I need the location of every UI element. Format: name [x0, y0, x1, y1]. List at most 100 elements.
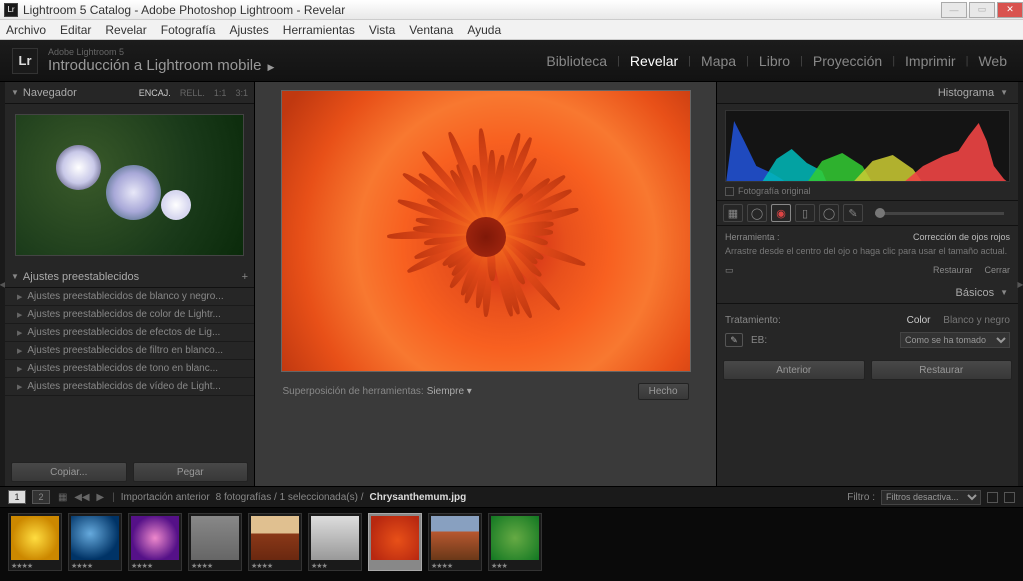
filmstrip-thumb[interactable]: ★★★★ [188, 513, 242, 571]
window-1-button[interactable]: 1 [8, 490, 26, 504]
eyedropper-icon[interactable]: ✎ [725, 333, 743, 347]
tool-name: Corrección de ojos rojos [913, 232, 1010, 242]
navigator-header[interactable]: ▼ Navegador ENCAJ. RELL. 1:1 3:1 [5, 82, 254, 104]
spot-tool[interactable]: ◯ [747, 204, 767, 222]
filter-dropdown[interactable]: Filtros desactiva... [881, 490, 981, 505]
nav-mode-fill[interactable]: RELL. [180, 88, 205, 98]
grid-icon[interactable]: ▦ [58, 492, 67, 503]
tool-strip: ▦ ◯ ◉ ▯ ◯ ✎ [717, 200, 1018, 226]
rating-stars[interactable]: ★★★★★ [369, 562, 421, 570]
tool-description: Arrastre desde el centro del ojo o haga … [725, 246, 1010, 257]
rating-stars[interactable]: ★★★ [309, 562, 361, 570]
forward-icon[interactable]: ▶ [96, 492, 104, 503]
radial-tool[interactable]: ◯ [819, 204, 839, 222]
chevron-right-icon: ▶ [267, 62, 274, 72]
wb-dropdown[interactable]: Como se ha tomado [900, 332, 1010, 348]
menu-fotografia[interactable]: Fotografía [161, 23, 216, 37]
histogram-display[interactable] [725, 110, 1010, 182]
rating-stars[interactable]: ★★★★ [429, 562, 481, 570]
treatment-color[interactable]: Color [907, 315, 931, 326]
rating-stars[interactable]: ★★★★ [69, 562, 121, 570]
presets-title: Ajustes preestablecidos [23, 271, 242, 283]
overlay-dropdown[interactable]: Siempre ▾ [427, 386, 472, 397]
menu-ajustes[interactable]: Ajustes [229, 23, 268, 37]
preset-folder[interactable]: ▶Ajustes preestablecidos de efectos de L… [5, 324, 254, 342]
preset-folder[interactable]: ▶Ajustes preestablecidos de tono en blan… [5, 360, 254, 378]
restore-button[interactable]: Restaurar [933, 265, 973, 276]
menu-revelar[interactable]: Revelar [105, 23, 146, 37]
module-biblioteca[interactable]: Biblioteca [542, 53, 611, 69]
close-tool-button[interactable]: Cerrar [984, 265, 1010, 276]
main-photo[interactable] [281, 90, 691, 372]
rating-stars[interactable]: ★★★★ [249, 562, 301, 570]
rating-stars[interactable]: ★★★★ [129, 562, 181, 570]
preset-folder[interactable]: ▶Ajustes preestablecidos de vídeo de Lig… [5, 378, 254, 396]
maximize-button[interactable]: ▭ [969, 2, 995, 18]
filmstrip-thumb[interactable]: ★★★★ [8, 513, 62, 571]
module-mapa[interactable]: Mapa [697, 53, 740, 69]
nav-mode-fit[interactable]: ENCAJ. [139, 88, 171, 98]
breadcrumb[interactable]: Introducción a Lightroom mobile▶ [48, 57, 542, 74]
close-button[interactable]: ✕ [997, 2, 1023, 18]
filmstrip-thumb[interactable]: ★★★★ [68, 513, 122, 571]
minimize-button[interactable]: — [941, 2, 967, 18]
gradient-tool[interactable]: ▯ [795, 204, 815, 222]
rating-stars[interactable]: ★★★★ [9, 562, 61, 570]
left-panel: ▼ Navegador ENCAJ. RELL. 1:1 3:1 ▼ Ajust… [5, 82, 255, 486]
menu-archivo[interactable]: Archivo [6, 23, 46, 37]
copy-button[interactable]: Copiar... [11, 462, 127, 482]
chevron-down-icon: ▼ [1000, 88, 1008, 97]
done-button[interactable]: Hecho [638, 383, 689, 400]
filter-lock-icon[interactable] [987, 492, 998, 503]
filter-toggle-icon[interactable] [1004, 492, 1015, 503]
module-libro[interactable]: Libro [755, 53, 794, 69]
filmstrip-thumb[interactable]: ★★★★ [428, 513, 482, 571]
histogram-title: Histograma [938, 87, 994, 99]
center-canvas: Superposición de herramientas: Siempre ▾… [255, 82, 716, 486]
previous-button[interactable]: Anterior [723, 360, 865, 380]
filmstrip-thumb[interactable]: ★★★ [488, 513, 542, 571]
filmstrip-thumb[interactable]: ★★★★★ [368, 513, 422, 571]
back-icon[interactable]: ◀◀ [74, 492, 89, 503]
module-web[interactable]: Web [974, 53, 1011, 69]
filmstrip: ★★★★★★★★★★★★★★★★★★★★★★★★★★★★★★★★★★★ [0, 508, 1023, 581]
menu-herramientas[interactable]: Herramientas [283, 23, 355, 37]
filmstrip-thumb[interactable]: ★★★ [308, 513, 362, 571]
source-label[interactable]: Importación anterior [121, 492, 210, 503]
filmstrip-thumb[interactable]: ★★★★ [248, 513, 302, 571]
brush-tool[interactable]: ✎ [843, 204, 863, 222]
checkbox-icon[interactable] [725, 187, 734, 196]
window-2-button[interactable]: 2 [32, 490, 50, 504]
restore-button[interactable]: Restaurar [871, 360, 1013, 380]
histogram-header[interactable]: Histograma ▼ [717, 82, 1018, 104]
module-revelar[interactable]: Revelar [626, 53, 682, 69]
rating-stars[interactable]: ★★★ [489, 562, 541, 570]
crop-tool[interactable]: ▦ [723, 204, 743, 222]
right-edge-collapse[interactable]: ▶ [1018, 82, 1023, 486]
preset-folder[interactable]: ▶Ajustes preestablecidos de color de Lig… [5, 306, 254, 324]
menu-ventana[interactable]: Ventana [409, 23, 453, 37]
redeye-tool[interactable]: ◉ [771, 204, 791, 222]
navigator-preview[interactable] [5, 104, 254, 266]
menu-vista[interactable]: Vista [369, 23, 395, 37]
menu-editar[interactable]: Editar [60, 23, 91, 37]
basics-header[interactable]: Básicos ▼ [717, 282, 1018, 304]
preset-folder[interactable]: ▶Ajustes preestablecidos de blanco y neg… [5, 288, 254, 306]
nav-mode-3to1[interactable]: 3:1 [235, 88, 248, 98]
treatment-bw[interactable]: Blanco y negro [943, 315, 1010, 326]
paste-button[interactable]: Pegar [133, 462, 249, 482]
menu-ayuda[interactable]: Ayuda [467, 23, 501, 37]
nav-mode-1to1[interactable]: 1:1 [214, 88, 227, 98]
module-proyeccion[interactable]: Proyección [809, 53, 886, 69]
add-preset-button[interactable]: + [242, 271, 248, 283]
toggle-switch-icon[interactable]: ▭ [725, 265, 734, 276]
module-imprimir[interactable]: Imprimir [901, 53, 960, 69]
preset-folder[interactable]: ▶Ajustes preestablecidos de filtro en bl… [5, 342, 254, 360]
product-label: Adobe Lightroom 5 [48, 47, 542, 57]
basics-title: Básicos [956, 287, 995, 299]
rating-stars[interactable]: ★★★★ [189, 562, 241, 570]
filmstrip-thumb[interactable]: ★★★★ [128, 513, 182, 571]
original-photo-toggle[interactable]: Fotografía original [725, 186, 1010, 196]
presets-header[interactable]: ▼ Ajustes preestablecidos + [5, 266, 254, 288]
tool-size-slider[interactable] [875, 212, 1004, 215]
